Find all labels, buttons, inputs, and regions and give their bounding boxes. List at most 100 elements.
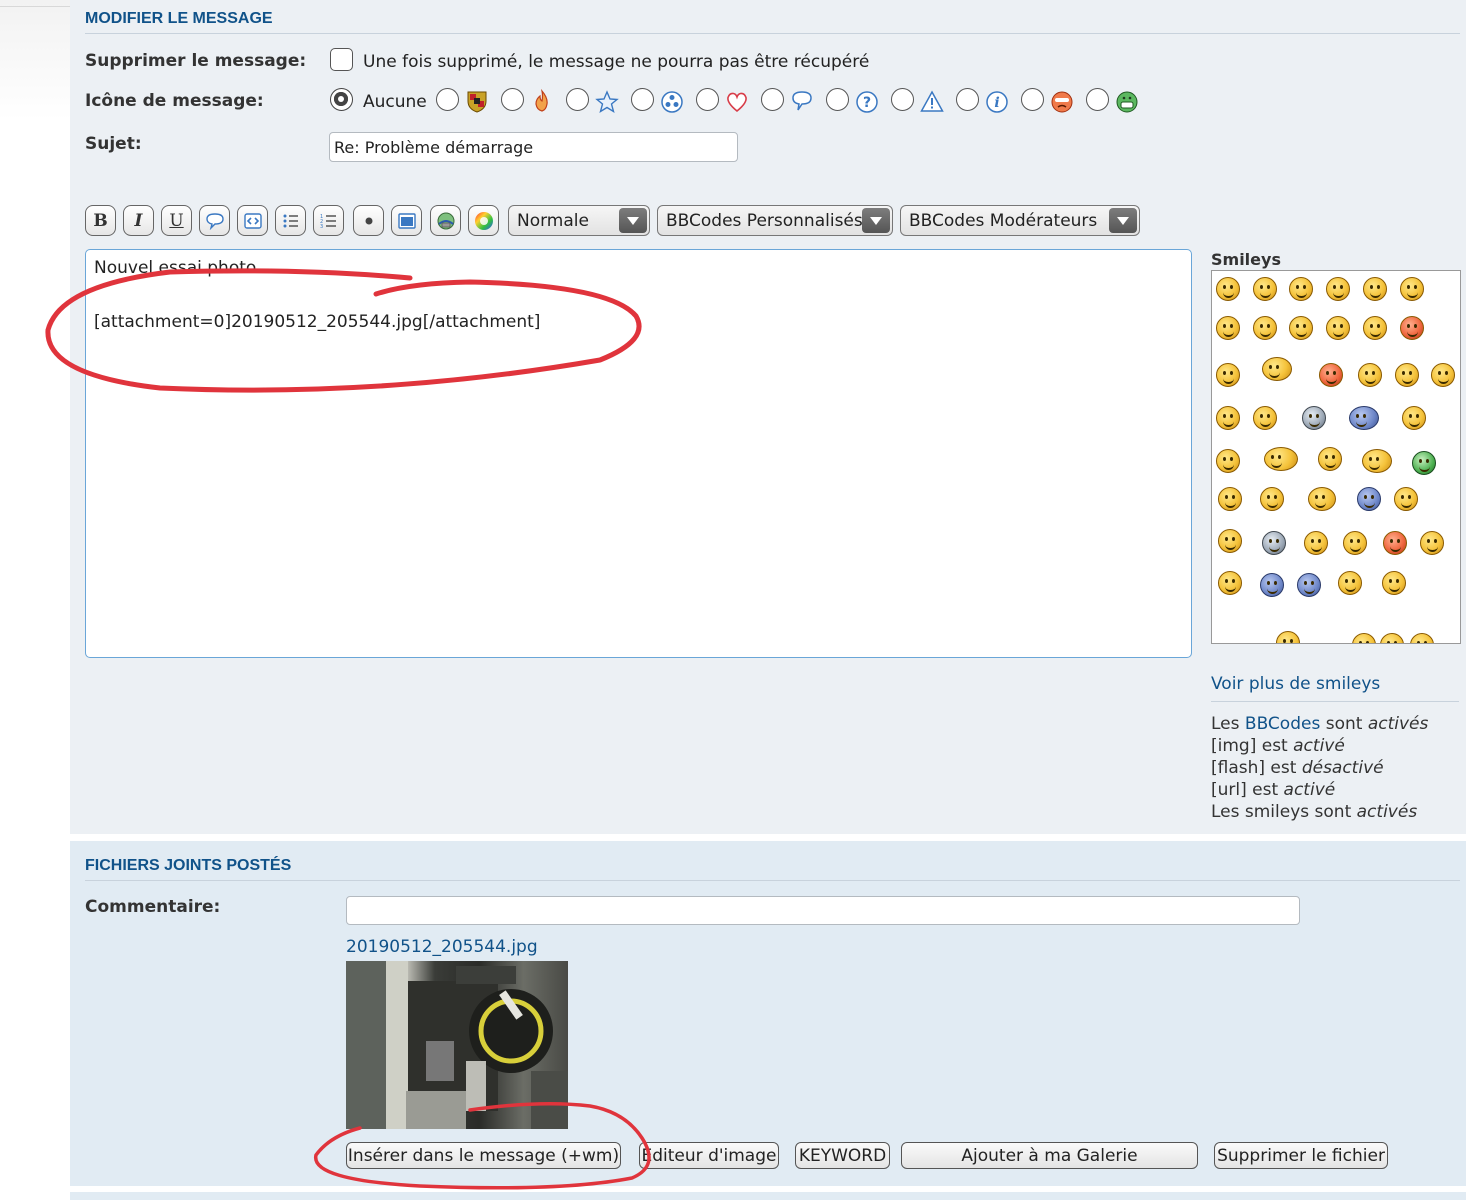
smiley-icon[interactable] <box>1410 633 1434 643</box>
smileys-panel[interactable] <box>1211 270 1461 644</box>
smiley-icon[interactable] <box>1218 571 1242 595</box>
icon-radio-10[interactable] <box>1021 88 1044 111</box>
color-wheel-icon <box>474 211 493 230</box>
smiley-icon[interactable] <box>1402 406 1426 430</box>
message-textarea[interactable]: Nouvel essai photo [attachment=0]2019051… <box>85 249 1192 658</box>
image-editor-button[interactable]: Editeur d'image <box>639 1142 779 1169</box>
url-button[interactable] <box>430 205 461 236</box>
delete-file-button[interactable]: Supprimer le fichier <box>1214 1142 1388 1169</box>
smiley-icon[interactable] <box>1412 451 1436 475</box>
smiley-icon[interactable] <box>1349 406 1379 430</box>
status-value: désactivé <box>1301 758 1384 778</box>
smiley-icon[interactable] <box>1326 316 1350 340</box>
color-picker-button[interactable] <box>468 205 499 236</box>
icon-radio-none[interactable] <box>330 88 353 111</box>
comment-input[interactable] <box>346 896 1300 925</box>
smiley-icon[interactable] <box>1289 316 1313 340</box>
mod-bbcodes-select[interactable]: BBCodes Modérateurs <box>900 205 1140 236</box>
smiley-icon[interactable] <box>1260 573 1284 597</box>
icon-radio-1[interactable] <box>436 88 459 111</box>
smiley-icon[interactable] <box>1308 487 1336 511</box>
smiley-icon[interactable] <box>1216 449 1240 473</box>
smiley-icon[interactable] <box>1357 487 1381 511</box>
smiley-icon[interactable] <box>1431 363 1455 387</box>
bbcodes-link[interactable]: BBCodes <box>1245 714 1320 734</box>
smiley-icon[interactable] <box>1363 277 1387 301</box>
smiley-icon[interactable] <box>1380 633 1404 643</box>
smiley-icon[interactable] <box>1400 316 1424 340</box>
speech-bubble-icon <box>792 91 812 111</box>
smileys-title: Smileys <box>1211 250 1281 269</box>
smiley-icon[interactable] <box>1304 531 1328 555</box>
icon-radio-2[interactable] <box>501 88 524 111</box>
icon-radio-6[interactable] <box>761 88 784 111</box>
image-button[interactable] <box>391 205 422 236</box>
attachment-photo <box>346 961 568 1129</box>
numbered-list-button[interactable]: 123 <box>313 205 344 236</box>
smiley-icon[interactable] <box>1394 487 1418 511</box>
smiley-icon[interactable] <box>1362 449 1392 473</box>
more-smileys-link[interactable]: Voir plus de smileys <box>1211 674 1380 694</box>
icon-label: Icône de message: <box>85 91 264 111</box>
smiley-icon[interactable] <box>1338 571 1362 595</box>
smiley-icon[interactable] <box>1262 531 1286 555</box>
icon-radio-9[interactable] <box>956 88 979 111</box>
smiley-icon[interactable] <box>1420 531 1444 555</box>
smiley-icon[interactable] <box>1218 487 1242 511</box>
icon-radio-5[interactable] <box>696 88 719 111</box>
smiley-icon[interactable] <box>1318 447 1342 471</box>
smiley-icon[interactable] <box>1382 571 1406 595</box>
smiley-icon[interactable] <box>1400 277 1424 301</box>
smiley-icon[interactable] <box>1383 531 1407 555</box>
add-to-gallery-button[interactable]: Ajouter à ma Galerie <box>901 1142 1198 1169</box>
subject-input[interactable]: Re: Problème démarrage <box>329 132 738 162</box>
bold-button[interactable]: B <box>85 205 116 236</box>
keyword-button[interactable]: KEYWORD <box>795 1142 890 1169</box>
icon-radio-11[interactable] <box>1086 88 1109 111</box>
smiley-icon[interactable] <box>1260 487 1284 511</box>
icon-radio-4[interactable] <box>631 88 654 111</box>
smiley-icon[interactable] <box>1363 316 1387 340</box>
smiley-icon[interactable] <box>1302 406 1326 430</box>
smiley-icon[interactable] <box>1253 277 1277 301</box>
insert-into-message-button[interactable]: Insérer dans le message (+wm) <box>346 1142 621 1169</box>
smiley-icon[interactable] <box>1395 363 1419 387</box>
smiley-icon[interactable] <box>1352 633 1376 643</box>
icon-radio-7[interactable] <box>826 88 849 111</box>
smiley-icon[interactable] <box>1216 363 1240 387</box>
smiley-icon[interactable] <box>1297 573 1321 597</box>
italic-button[interactable]: I <box>123 205 154 236</box>
smiley-icon[interactable] <box>1218 529 1242 553</box>
smiley-icon[interactable] <box>1276 631 1300 643</box>
smiley-icon[interactable] <box>1216 277 1240 301</box>
smiley-icon[interactable] <box>1343 531 1367 555</box>
list-item-button[interactable] <box>353 205 384 236</box>
smiley-icon[interactable] <box>1326 277 1350 301</box>
smiley-icon[interactable] <box>1253 316 1277 340</box>
icon-radio-8[interactable] <box>891 88 914 111</box>
quote-button[interactable] <box>199 205 230 236</box>
font-size-select[interactable]: Normale <box>508 205 650 236</box>
flame-icon <box>535 89 548 112</box>
smiley-icon[interactable] <box>1264 447 1298 471</box>
smiley-icon[interactable] <box>1262 357 1292 381</box>
bold-glyph: B <box>93 210 108 231</box>
custom-bbcodes-select[interactable]: BBCodes Personnalisés <box>657 205 893 236</box>
list-item-icon <box>365 217 372 224</box>
smiley-icon[interactable] <box>1216 406 1240 430</box>
img-status-line: [img] est activé <box>1211 736 1345 756</box>
smiley-icon[interactable] <box>1319 363 1343 387</box>
smiley-icon[interactable] <box>1253 406 1277 430</box>
heart-icon <box>727 92 747 113</box>
underline-button[interactable]: U <box>161 205 192 236</box>
code-button[interactable] <box>237 205 268 236</box>
attachment-thumbnail[interactable] <box>346 961 568 1129</box>
smiley-icon[interactable] <box>1358 363 1382 387</box>
icon-radio-3[interactable] <box>566 88 589 111</box>
smiley-icon[interactable] <box>1289 277 1313 301</box>
delete-message-checkbox[interactable] <box>330 48 353 71</box>
list-button[interactable] <box>275 205 306 236</box>
attachment-filename-link[interactable]: 20190512_205544.jpg <box>346 937 538 957</box>
smiley-icon[interactable] <box>1216 316 1240 340</box>
status-text: sont <box>1320 714 1368 734</box>
